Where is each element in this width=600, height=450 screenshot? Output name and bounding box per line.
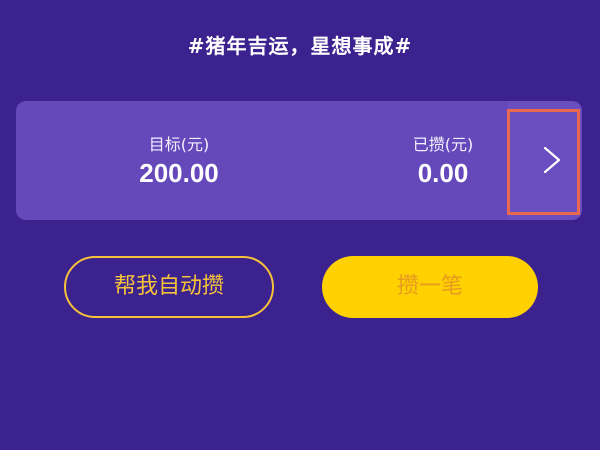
target-amount-block: 目标(元) 200.00 [79,101,279,220]
save-once-button[interactable]: 攒一笔 [322,256,538,318]
target-value: 200.00 [139,158,219,188]
target-label: 目标(元) [148,135,210,154]
slogan-text: #猪年吉运，星想事成# [187,34,413,58]
auto-save-button[interactable]: 帮我自动攒 [64,256,274,318]
savings-card: 目标(元) 200.00 已攒(元) 0.00 [16,101,582,220]
chevron-right-icon[interactable] [541,145,563,175]
